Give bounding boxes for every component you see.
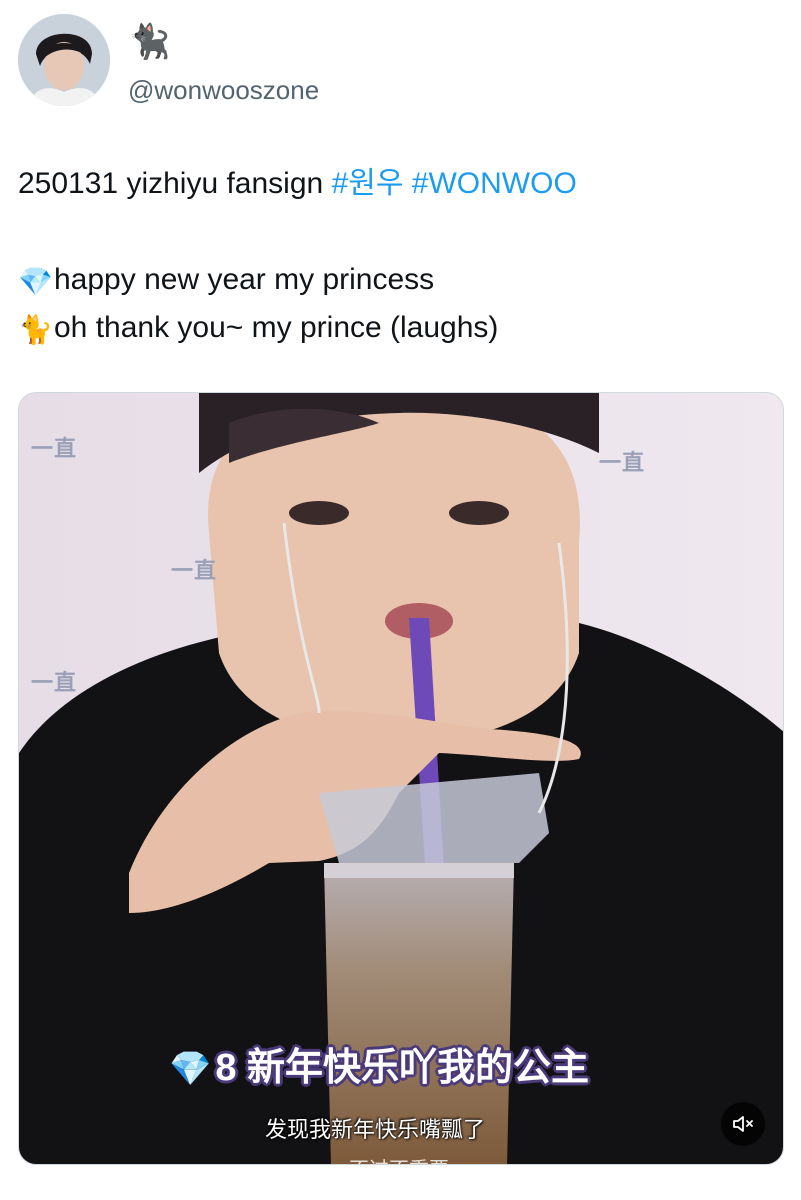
tweet-header: 🐈‍⬛ @wonwooszone <box>18 14 778 110</box>
tweet-line-2-text: happy new year my princess <box>54 263 435 296</box>
watermark: 一直 <box>171 558 218 583</box>
cat-icon: 🐈 <box>18 314 53 345</box>
tweet-video[interactable]: 一直 一直 一直 一直 💎8 新年快乐吖我的公主 发现我新年快乐嘴瓢了 不过不重… <box>18 392 784 1165</box>
tweet-line-1: 250131 yizhiyu fansign #원우 #WONWOO <box>18 160 778 208</box>
hashtag-wonwoo[interactable]: #WONWOO <box>412 167 577 200</box>
subtitle-marker: 8 <box>215 1047 237 1089</box>
tweet-body: 250131 yizhiyu fansign #원우 #WONWOO 💎happ… <box>18 160 778 352</box>
watermark: 一直 <box>599 450 646 475</box>
gem-icon: 💎 <box>18 266 53 297</box>
watermark: 一直 <box>31 436 78 461</box>
avatar[interactable] <box>18 14 110 106</box>
tweet-line-3-text: oh thank you~ my prince (laughs) <box>54 311 499 344</box>
subtitle-cut-off: 不过不重要 <box>349 1153 449 1164</box>
mute-button[interactable] <box>721 1102 765 1146</box>
subtitle-main-text: 新年快乐吖我的公主 <box>247 1047 590 1089</box>
subtitle-secondary: 发现我新年快乐嘴瓢了 <box>265 1117 486 1142</box>
volume-muted-icon <box>733 1116 753 1132</box>
tweet-line-1-text: 250131 yizhiyu fansign <box>18 167 332 200</box>
tweet-line-3: 🐈oh thank you~ my prince (laughs) <box>18 304 778 352</box>
subtitle-main: 💎 8 新年快乐吖我的公主 <box>169 1045 689 1092</box>
hashtag-wonwoo-korean[interactable]: #원우 <box>332 167 404 200</box>
user-handle[interactable]: @wonwooszone <box>128 74 319 106</box>
gem-icon: 💎 <box>169 1050 212 1088</box>
avatar-image <box>18 14 110 106</box>
tweet-line-2: 💎happy new year my princess <box>18 256 778 304</box>
watermark: 一直 <box>31 670 78 695</box>
display-name[interactable]: 🐈‍⬛ <box>128 22 170 62</box>
